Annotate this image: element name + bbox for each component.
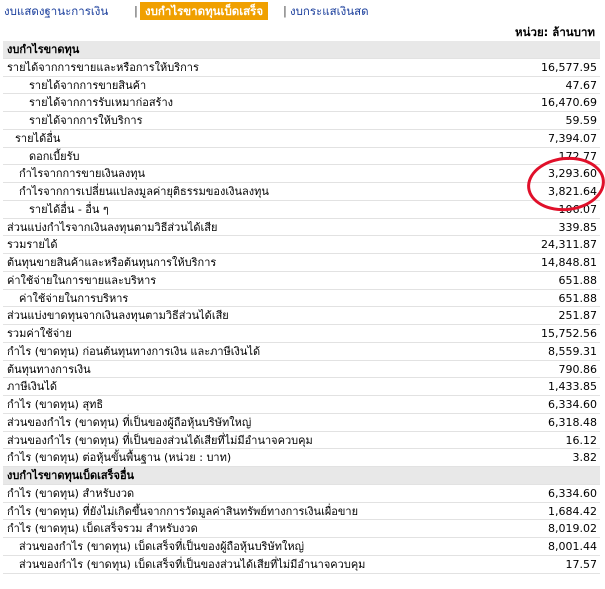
row-value: 59.59	[565, 114, 598, 127]
row-label: กำไร (ขาดทุน) เบ็ดเสร็จรวม สำหรับงวด	[7, 522, 198, 536]
row-label: ส่วนของกำไร (ขาดทุน) เบ็ดเสร็จที่เป็นของ…	[19, 540, 304, 553]
row-label: ส่วนแบ่งขาดทุนจากเงินลงทุนตามวิธีส่วนได้…	[7, 309, 229, 323]
row-value: 8,019.02	[548, 522, 597, 536]
row-value: 651.88	[558, 273, 598, 287]
table-row: ต้นทุนทางการเงิน 790.86	[3, 361, 600, 379]
row-value: 15,752.56	[541, 327, 597, 340]
row-value: 339.85	[558, 220, 598, 234]
table-row: รายได้จากการขายสินค้า 47.67	[3, 77, 600, 95]
row-label: รวมรายได้	[7, 238, 58, 252]
table-row: รายได้อื่น 7,394.07	[3, 130, 600, 148]
row-label: กำไร (ขาดทุน) ที่ยังไม่เกิดขึ้นจากการวัด…	[7, 504, 359, 518]
table-row: กำไรจากการขายเงินลงทุน 3,293.60	[3, 165, 600, 183]
table-row: ส่วนแบ่งขาดทุนจากเงินลงทุนตามวิธีส่วนได้…	[3, 307, 600, 325]
row-label: ดอกเบี้ยรับ	[29, 149, 80, 163]
row-value: 3,293.60	[548, 167, 597, 181]
row-value: 14,848.81	[541, 256, 597, 269]
row-value: 251.87	[558, 309, 598, 323]
row-label: กำไรจากการเปลี่ยนแปลงมูลค่ายุติธรรมของเง…	[19, 185, 269, 198]
row-label: ต้นทุนขายสินค้าและหรือต้นทุนการให้บริการ	[7, 256, 217, 269]
row-value: 3.82	[572, 451, 598, 465]
table-row: ดอกเบี้ยรับ 172.77	[3, 148, 600, 166]
row-label: รายได้จากการให้บริการ	[29, 114, 143, 127]
row-label: กำไร (ขาดทุน) สำหรับงวด	[7, 486, 135, 500]
row-value: 47.67	[565, 78, 598, 92]
row-value: 106.07	[558, 202, 598, 216]
row-label: ต้นทุนทางการเงิน	[7, 362, 91, 376]
row-value: 16,577.95	[541, 60, 597, 74]
row-label: ส่วนแบ่งกำไรจากเงินลงทุนตามวิธีส่วนได้เส…	[7, 220, 218, 234]
row-value: 790.86	[558, 362, 598, 376]
row-value: 8,001.44	[548, 540, 597, 553]
table-row: กำไร (ขาดทุน) ก่อนต้นทุนทางการเงิน และภา…	[3, 343, 600, 361]
row-value: 16.12	[565, 433, 598, 447]
row-value: 6,318.48	[548, 415, 597, 429]
table-row: ส่วนของกำไร (ขาดทุน) เบ็ดเสร็จที่เป็นของ…	[3, 538, 600, 556]
income-statement-table: งบกำไรขาดทุนรายได้จากการขายและหรือการให้…	[3, 41, 600, 574]
row-value: 3,821.64	[548, 185, 597, 198]
table-row: ค่าใช้จ่ายในการขายและบริหาร 651.88	[3, 272, 600, 290]
row-value: 6,334.60	[548, 398, 597, 411]
row-value: 1,684.42	[548, 504, 597, 518]
table-row: ค่าใช้จ่ายในการบริหาร 651.88	[3, 290, 600, 308]
tab-separator: |	[134, 4, 138, 18]
row-label: รายได้อื่น - อื่น ๆ	[29, 202, 109, 216]
row-label: รวมค่าใช้จ่าย	[7, 327, 72, 340]
section-header: งบกำไรขาดทุน	[3, 41, 600, 59]
table-row: กำไร (ขาดทุน) ที่ยังไม่เกิดขึ้นจากการวัด…	[3, 503, 600, 521]
unit-label: หน่วย: ล้านบาท	[515, 25, 595, 39]
table-row: ส่วนของกำไร (ขาดทุน) ที่เป็นของผู้ถือหุ้…	[3, 414, 600, 432]
table-row: ส่วนของกำไร (ขาดทุน) เบ็ดเสร็จที่เป็นของ…	[3, 556, 600, 574]
row-label: กำไร (ขาดทุน) ต่อหุ้นขั้นพื้นฐาน (หน่วย …	[7, 451, 232, 465]
table-row: ภาษีเงินได้ 1,433.85	[3, 378, 600, 396]
tab-cash-flow[interactable]: งบกระแสเงินสด	[290, 3, 369, 19]
table-row: ต้นทุนขายสินค้าและหรือต้นทุนการให้บริการ…	[3, 254, 600, 272]
row-value: 6,334.60	[548, 486, 597, 500]
row-value: 16,470.69	[541, 96, 597, 110]
table-row: รายได้จากการรับเหมาก่อสร้าง 16,470.69	[3, 94, 600, 112]
row-label: รายได้จากการรับเหมาก่อสร้าง	[29, 96, 173, 110]
row-label: กำไรจากการขายเงินลงทุน	[19, 167, 145, 181]
table-row: รวมค่าใช้จ่าย 15,752.56	[3, 325, 600, 343]
row-label: กำไร (ขาดทุน) สุทธิ	[7, 398, 104, 411]
row-label: รายได้จากการขายและหรือการให้บริการ	[7, 60, 199, 74]
table-row: กำไรจากการเปลี่ยนแปลงมูลค่ายุติธรรมของเง…	[3, 183, 600, 201]
row-value: 651.88	[558, 291, 598, 305]
table-row: ส่วนแบ่งกำไรจากเงินลงทุนตามวิธีส่วนได้เส…	[3, 219, 600, 237]
table-row: กำไร (ขาดทุน) เบ็ดเสร็จรวม สำหรับงวด 8,01…	[3, 520, 600, 538]
table-row: รวมรายได้ 24,311.87	[3, 236, 600, 254]
row-label: ภาษีเงินได้	[7, 380, 58, 394]
table-row: ส่วนของกำไร (ขาดทุน) ที่เป็นของส่วนได้เส…	[3, 432, 600, 450]
statement-tabs: งบแสดงฐานะการเงิน | งบกำไรขาดทุนเบ็ดเสร็…	[0, 0, 605, 22]
table-row: รายได้จากการขายและหรือการให้บริการ 16,577…	[3, 59, 600, 77]
row-value: 172.77	[558, 149, 598, 163]
row-label: ส่วนของกำไร (ขาดทุน) ที่เป็นของผู้ถือหุ้…	[7, 415, 252, 429]
row-label: ค่าใช้จ่ายในการขายและบริหาร	[7, 273, 157, 287]
row-label: ส่วนของกำไร (ขาดทุน) เบ็ดเสร็จที่เป็นของ…	[19, 557, 366, 571]
table-row: รายได้จากการให้บริการ 59.59	[3, 112, 600, 130]
tab-separator: |	[283, 4, 287, 18]
row-value: 17.57	[565, 557, 598, 571]
row-value: 24,311.87	[541, 238, 597, 252]
row-label: ค่าใช้จ่ายในการบริหาร	[19, 291, 129, 305]
row-value: 8,559.31	[548, 344, 597, 358]
table-row: รายได้อื่น - อื่น ๆ 106.07	[3, 201, 600, 219]
table-row: กำไร (ขาดทุน) ต่อหุ้นขั้นพื้นฐาน (หน่วย …	[3, 449, 600, 467]
row-label: งบกำไรขาดทุน	[7, 43, 80, 56]
row-value: 1,433.85	[548, 380, 597, 394]
row-label: รายได้อื่น	[15, 131, 61, 145]
row-label: ส่วนของกำไร (ขาดทุน) ที่เป็นของส่วนได้เส…	[7, 433, 313, 447]
row-label: กำไร (ขาดทุน) ก่อนต้นทุนทางการเงิน และภา…	[7, 344, 261, 358]
row-value: 7,394.07	[548, 131, 597, 145]
row-label: รายได้จากการขายสินค้า	[29, 78, 147, 92]
table-row: กำไร (ขาดทุน) สำหรับงวด 6,334.60	[3, 485, 600, 503]
row-label: งบกำไรขาดทุนเบ็ดเสร็จอื่น	[7, 469, 135, 482]
section-header: งบกำไรขาดทุนเบ็ดเสร็จอื่น	[3, 467, 600, 485]
tab-balance-sheet[interactable]: งบแสดงฐานะการเงิน	[4, 3, 108, 19]
table-row: กำไร (ขาดทุน) สุทธิ 6,334.60	[3, 396, 600, 414]
tab-income-statement[interactable]: งบกำไรขาดทุนเบ็ดเสร็จ	[140, 2, 269, 20]
